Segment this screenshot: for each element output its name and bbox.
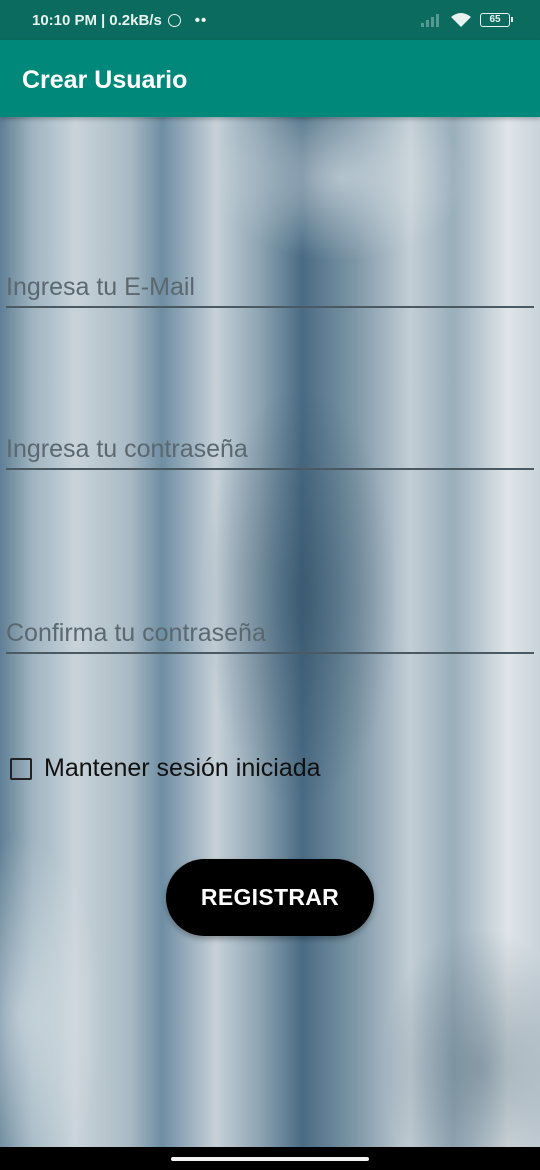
keep-session-checkbox[interactable]: Mantener sesión iniciada — [10, 754, 321, 783]
status-bar: 10:10 PM | 0.2kB/s •• 65 — [0, 0, 540, 40]
status-right: 65 — [420, 12, 513, 28]
screen: 10:10 PM | 0.2kB/s •• 65 Crear Usuario I… — [0, 0, 540, 1170]
status-separator: | — [101, 12, 106, 29]
keep-session-label: Mantener sesión iniciada — [44, 754, 321, 782]
status-time: 10:10 PM — [32, 12, 98, 29]
register-button[interactable]: REGISTRAR — [166, 859, 374, 936]
alarm-icon — [167, 14, 181, 27]
wifi-icon — [451, 13, 471, 27]
battery-level: 65 — [489, 14, 501, 25]
checkbox-icon[interactable] — [10, 757, 32, 780]
app-bar: Crear Usuario — [0, 40, 540, 117]
confirm-password-field[interactable] — [6, 619, 534, 648]
password-field-container — [6, 420, 534, 470]
email-field[interactable] — [6, 273, 534, 302]
page-title: Crear Usuario — [22, 66, 188, 94]
confirm-password-field-container — [6, 604, 534, 654]
navigation-bar — [0, 1147, 540, 1170]
home-indicator[interactable] — [171, 1157, 369, 1161]
email-field-container — [6, 258, 534, 308]
password-field[interactable] — [6, 435, 534, 464]
status-network-speed: 0.2kB/s — [109, 12, 162, 29]
battery-icon: 65 — [480, 13, 513, 27]
status-left: 10:10 PM | 0.2kB/s •• — [32, 12, 207, 29]
notification-dots: •• — [194, 12, 208, 29]
signal-icon — [421, 14, 439, 27]
